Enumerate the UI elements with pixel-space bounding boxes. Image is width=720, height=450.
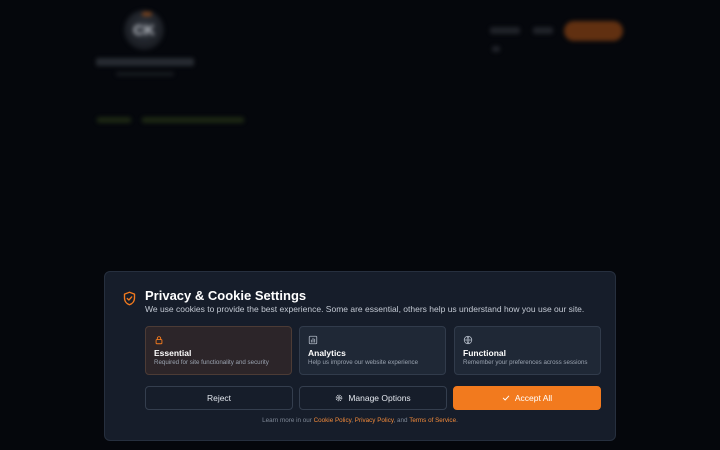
cookie-card-analytics[interactable]: Analytics Help us improve our website ex… [299,326,446,375]
reject-button-label: Reject [206,393,232,403]
manage-options-label: Manage Options [348,393,411,403]
cookie-card-functional[interactable]: Functional Remember your preferences acr… [454,326,601,375]
cookie-consent-modal: Privacy & Cookie Settings We use cookies… [104,271,616,441]
lock-icon [155,336,163,345]
logo-tagline-blurred [116,72,174,76]
cookie-category-cards: Essential Required for site functionalit… [145,326,601,375]
site-logo: CK [96,8,194,76]
nav-cta-button-blurred [564,21,623,41]
manage-options-button[interactable]: Manage Options [299,386,447,410]
card-title: Analytics [308,348,346,358]
nav-link-blurred [490,27,520,34]
breadcrumb-blurred [97,117,131,123]
privacy-policy-link[interactable]: Privacy Policy [355,417,394,424]
footer-separator: , and [393,417,410,424]
nav-small-blurred [492,46,500,52]
modal-subtitle: We use cookies to provide the best exper… [145,304,585,314]
card-description: Remember your preferences across session… [463,359,588,366]
globe-icon [463,335,473,345]
card-description: Required for site functionality and secu… [154,359,269,366]
accept-all-button[interactable]: Accept All [453,386,601,410]
nav-link-blurred [533,27,553,34]
breadcrumb-blurred [142,117,244,123]
card-title: Essential [154,348,192,358]
logo-mark: CK [124,10,164,50]
bar-chart-icon [308,335,318,345]
check-icon [502,395,509,401]
policy-footer: Learn more in our Cookie Policy, Privacy… [105,417,615,424]
card-description: Help us improve our website experience [308,359,419,366]
footer-text: Learn more in our [262,417,314,424]
terms-of-service-link[interactable]: Terms of Service [409,417,456,424]
gear-icon [336,394,343,402]
logo-name-blurred [96,58,194,66]
modal-title: Privacy & Cookie Settings [145,288,307,303]
card-title: Functional [463,348,506,358]
footer-text: . [456,417,458,424]
shield-check-icon [123,291,136,306]
cookie-policy-link[interactable]: Cookie Policy [314,417,352,424]
cookie-card-essential[interactable]: Essential Required for site functionalit… [145,326,292,375]
accept-all-label: Accept All [514,393,553,403]
reject-button[interactable]: Reject [145,386,293,410]
